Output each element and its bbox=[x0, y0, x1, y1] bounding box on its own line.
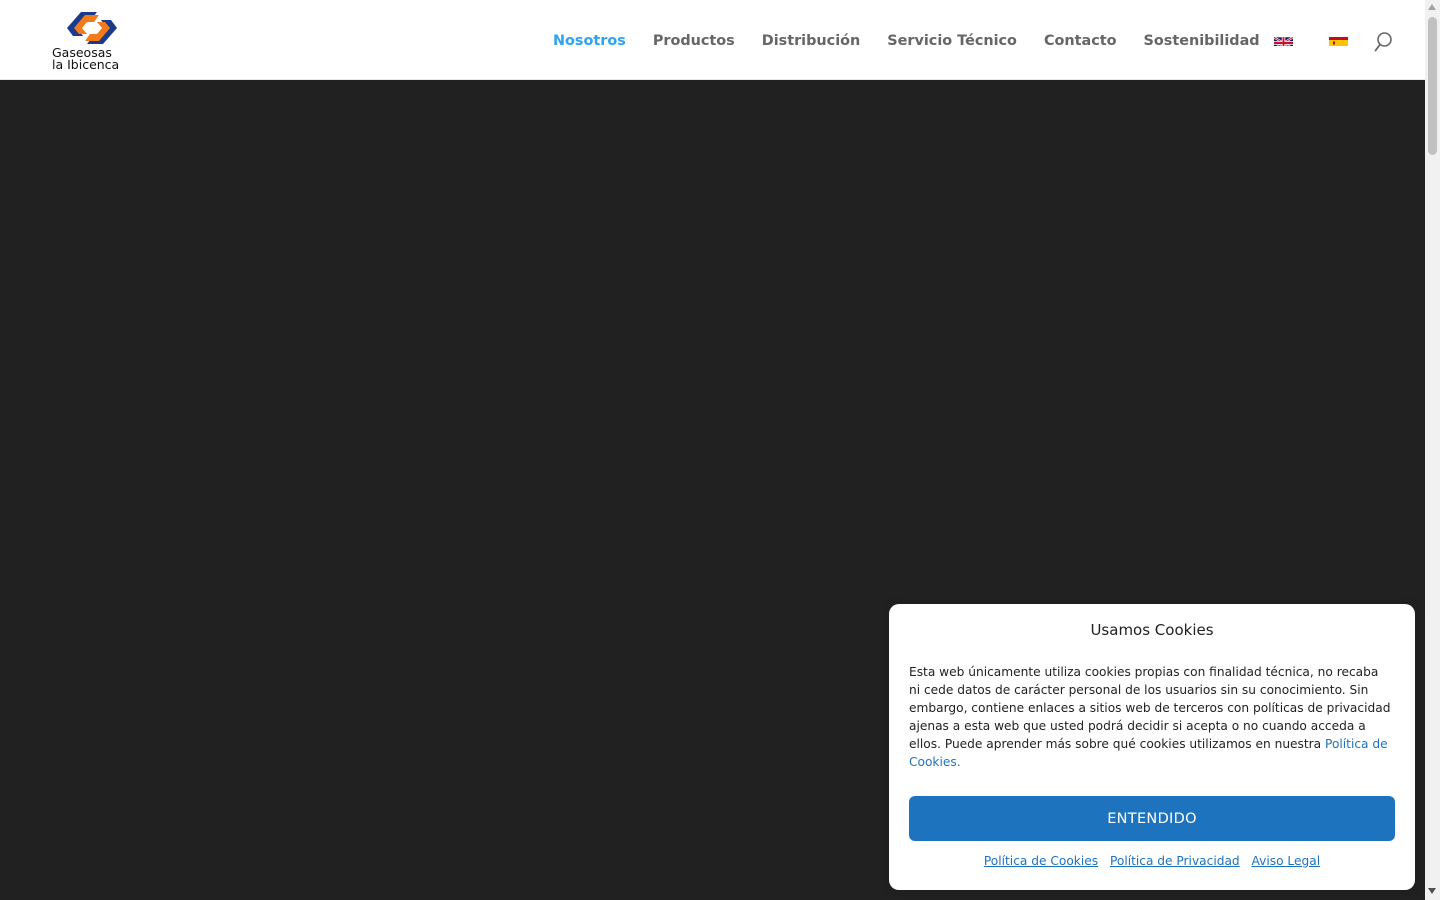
nav-item-nosotros[interactable]: Nosotros bbox=[553, 33, 626, 49]
nav-item-productos[interactable]: Productos bbox=[653, 33, 735, 49]
cookie-message: Esta web únicamente utiliza cookies prop… bbox=[909, 663, 1391, 771]
logo-text-line2: la Ibicenca bbox=[52, 57, 120, 72]
nav-item-distribucion[interactable]: Distribución bbox=[762, 33, 861, 49]
site-header: Gaseosas la Ibicenca Nosotros Productos … bbox=[0, 0, 1425, 80]
main-nav: Nosotros Productos Distribución Servicio… bbox=[553, 31, 1287, 51]
page-scrollbar[interactable] bbox=[1425, 0, 1440, 900]
cookie-banner: Usamos Cookies Esta web únicamente utili… bbox=[889, 604, 1415, 890]
legal-notice-link[interactable]: Aviso Legal bbox=[1252, 854, 1321, 868]
scroll-up-arrow-icon[interactable] bbox=[1428, 4, 1436, 10]
nav-item-sostenibilidad[interactable]: Sostenibilidad bbox=[1144, 33, 1260, 49]
site-logo[interactable]: Gaseosas la Ibicenca bbox=[50, 10, 136, 72]
cookie-policy-link[interactable]: Política de Cookies bbox=[984, 854, 1098, 868]
nav-item-servicio-tecnico[interactable]: Servicio Técnico bbox=[887, 33, 1017, 49]
cookie-footer-links: Política de Cookies Política de Privacid… bbox=[889, 854, 1415, 868]
cookie-title: Usamos Cookies bbox=[1090, 621, 1214, 639]
scroll-thumb[interactable] bbox=[1428, 17, 1437, 155]
logo-text: Gaseosas la Ibicenca bbox=[52, 46, 142, 72]
flag-uk-icon[interactable] bbox=[1274, 34, 1293, 46]
accept-cookies-button[interactable]: ENTENDIDO bbox=[909, 796, 1395, 841]
privacy-policy-link[interactable]: Política de Privacidad bbox=[1110, 854, 1240, 868]
search-icon[interactable] bbox=[1374, 31, 1394, 53]
flag-spain-icon[interactable] bbox=[1329, 34, 1348, 46]
gaseosas-logo-icon bbox=[67, 12, 117, 44]
nav-item-contacto[interactable]: Contacto bbox=[1044, 33, 1117, 49]
scroll-down-arrow-icon[interactable] bbox=[1428, 888, 1436, 894]
cookie-message-body: Esta web únicamente utiliza cookies prop… bbox=[909, 665, 1391, 751]
